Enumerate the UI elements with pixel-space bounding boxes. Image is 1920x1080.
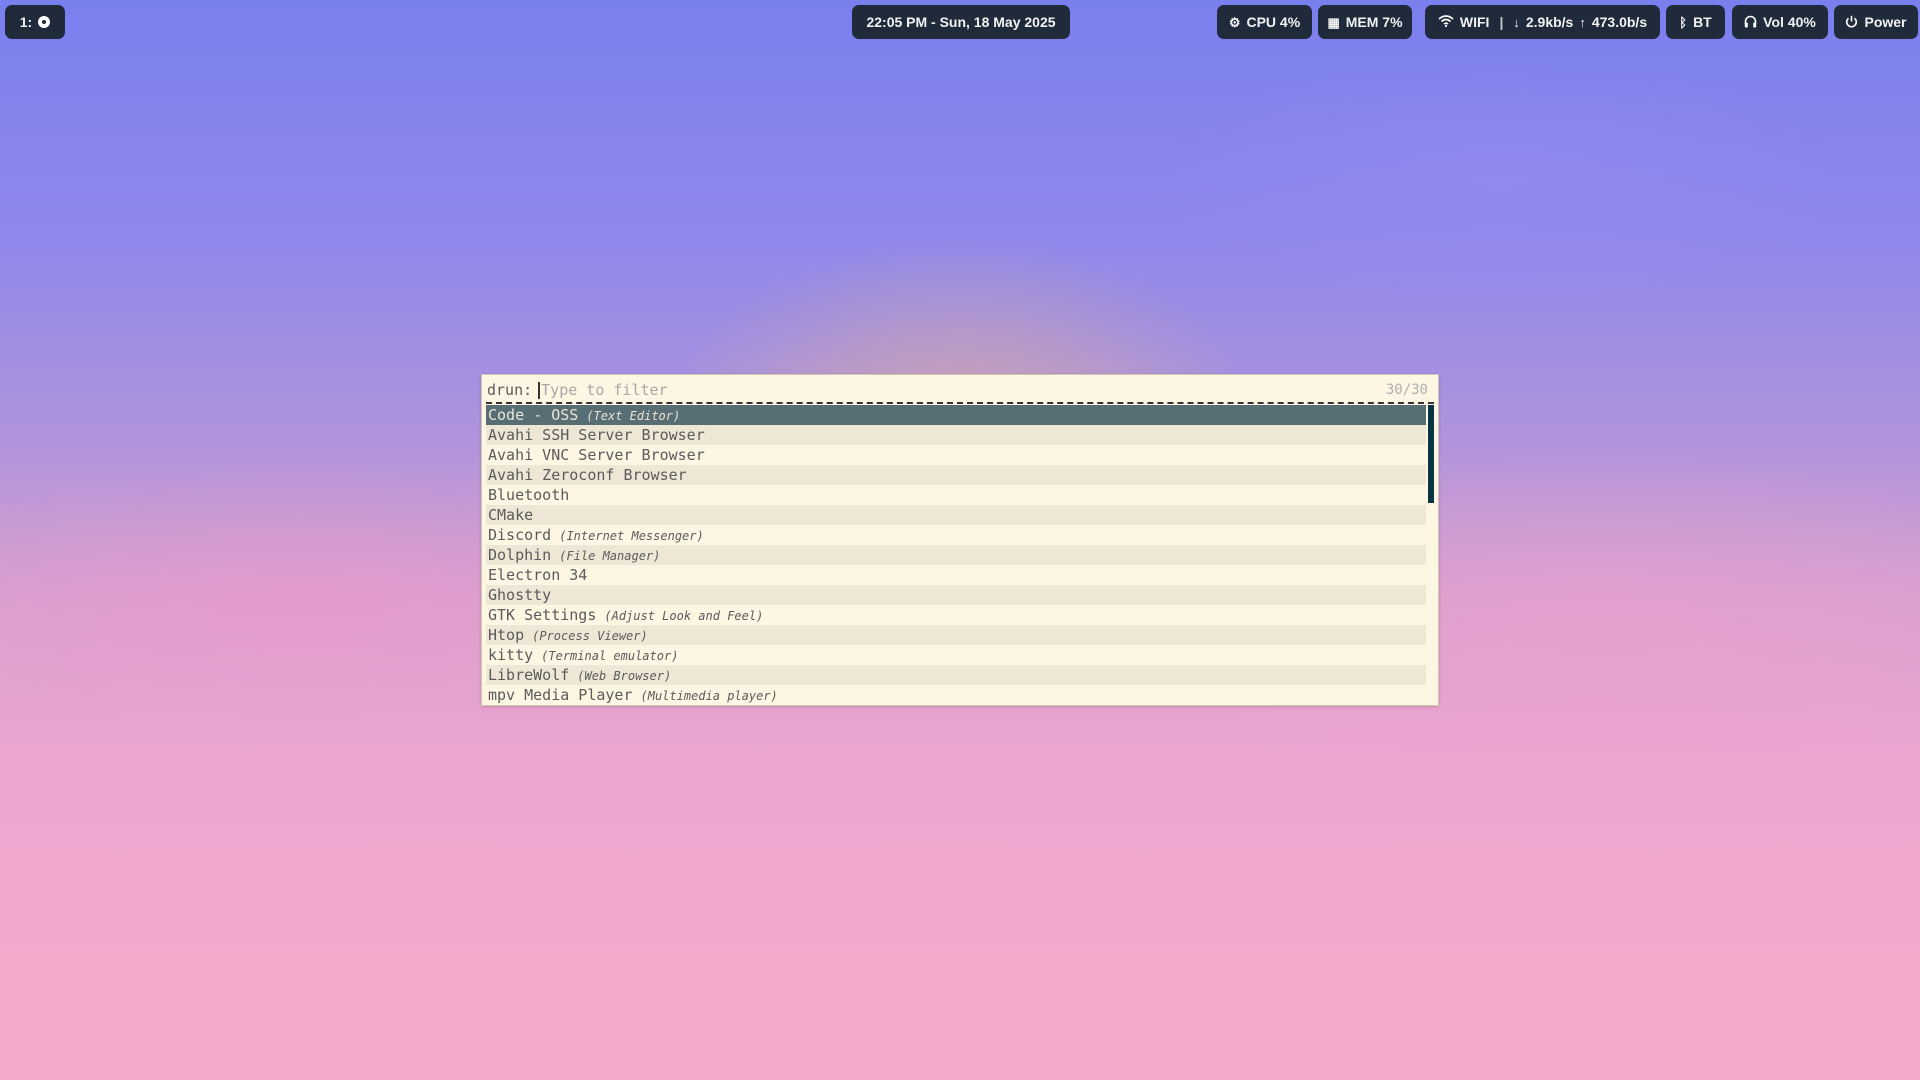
list-item[interactable]: Discord (Internet Messenger)	[486, 525, 1426, 545]
workspace-label: 1:	[19, 14, 33, 30]
app-name: Bluetooth	[488, 486, 570, 504]
app-name: Code - OSS	[488, 406, 579, 424]
list-item[interactable]: Avahi SSH Server Browser	[486, 425, 1426, 445]
scrollbar-thumb[interactable]	[1428, 405, 1434, 503]
list-item[interactable]: Avahi VNC Server Browser	[486, 445, 1426, 465]
app-launcher: drun: Type to filter 30/30 Code - OSS (Te…	[481, 374, 1439, 706]
list-item[interactable]: Htop (Process Viewer)	[486, 625, 1426, 645]
clock-text: 22:05 PM - Sun, 18 May 2025	[866, 14, 1056, 30]
list-item[interactable]: mpv Media Player (Multimedia player)	[486, 685, 1426, 705]
app-name: CMake	[488, 506, 534, 524]
upload-arrow-icon: ↑	[1579, 14, 1586, 30]
top-bar: 1: 22:05 PM - Sun, 18 May 2025 ⚙ CPU 4% …	[0, 5, 1920, 39]
app-name: Ghostty	[488, 586, 552, 604]
list-item[interactable]: GTK Settings (Adjust Look and Feel)	[486, 605, 1426, 625]
list-item[interactable]: Electron 34	[486, 565, 1426, 585]
memory-module[interactable]: ▦ MEM 7%	[1318, 5, 1412, 39]
bluetooth-module[interactable]: ᛒ BT	[1666, 5, 1725, 39]
app-description: (Terminal emulator)	[541, 649, 679, 663]
app-name: Electron 34	[488, 566, 588, 584]
list-item[interactable]: Dolphin (File Manager)	[486, 545, 1426, 565]
power-icon	[1845, 15, 1858, 30]
app-description: (Internet Messenger)	[559, 529, 704, 543]
app-name: Avahi SSH Server Browser	[488, 426, 705, 444]
launcher-input-row[interactable]: drun: Type to filter 30/30	[487, 380, 1428, 400]
mode-prompt: drun:	[487, 381, 533, 399]
app-name: kitty	[488, 646, 534, 664]
app-description: (File Manager)	[559, 549, 661, 563]
headphones-icon	[1744, 15, 1757, 30]
scrollbar[interactable]	[1428, 405, 1434, 701]
app-description: (Multimedia player)	[640, 689, 778, 703]
workspace-indicator[interactable]: 1:	[5, 5, 65, 39]
list-item[interactable]: CMake	[486, 505, 1426, 525]
app-name: Discord	[488, 526, 552, 544]
cpu-label: CPU 4%	[1246, 14, 1301, 30]
network-separator: |	[1499, 14, 1504, 30]
workspace-active-icon	[38, 16, 51, 28]
app-list: Code - OSS (Text Editor) Avahi SSH Server…	[486, 405, 1426, 705]
list-item[interactable]: Avahi Zeroconf Browser	[486, 465, 1426, 485]
cpu-module[interactable]: ⚙ CPU 4%	[1217, 5, 1312, 39]
bluetooth-icon: ᛒ	[1679, 14, 1688, 30]
app-name: Avahi Zeroconf Browser	[488, 466, 687, 484]
app-name: GTK Settings	[488, 606, 597, 624]
volume-module[interactable]: Vol 40%	[1732, 5, 1828, 39]
filter-input[interactable]: Type to filter	[541, 381, 1386, 399]
memory-icon: ▦	[1327, 14, 1340, 30]
app-description: (Text Editor)	[586, 409, 681, 423]
power-button[interactable]: Power	[1834, 5, 1918, 39]
app-name: Htop	[488, 626, 525, 644]
result-counter: 30/30	[1385, 382, 1428, 398]
app-name: Avahi VNC Server Browser	[488, 446, 705, 464]
wifi-icon	[1438, 15, 1454, 29]
upload-rate: 473.0b/s	[1591, 14, 1648, 30]
list-item[interactable]: Bluetooth	[486, 485, 1426, 505]
mem-label: MEM 7%	[1345, 14, 1403, 30]
power-label: Power	[1864, 14, 1907, 30]
app-description: (Adjust Look and Feel)	[604, 609, 764, 623]
volume-label: Vol 40%	[1763, 14, 1816, 30]
bluetooth-label: BT	[1693, 14, 1712, 30]
list-item[interactable]: Ghostty	[486, 585, 1426, 605]
app-name: LibreWolf	[488, 666, 570, 684]
cpu-icon: ⚙	[1228, 14, 1241, 30]
input-divider	[486, 402, 1434, 404]
app-description: (Web Browser)	[577, 669, 672, 683]
app-description: (Process Viewer)	[532, 629, 648, 643]
list-item[interactable]: LibreWolf (Web Browser)	[486, 665, 1426, 685]
app-name: Dolphin	[488, 546, 552, 564]
download-arrow-icon: ↓	[1513, 14, 1520, 30]
clock[interactable]: 22:05 PM - Sun, 18 May 2025	[852, 5, 1070, 39]
text-caret	[538, 381, 541, 399]
wifi-label: WIFI	[1459, 14, 1490, 30]
list-item[interactable]: Code - OSS (Text Editor)	[486, 405, 1426, 425]
list-item[interactable]: kitty (Terminal emulator)	[486, 645, 1426, 665]
download-rate: 2.9kb/s	[1525, 14, 1574, 30]
app-name: mpv Media Player	[488, 686, 633, 704]
network-module[interactable]: WIFI | ↓ 2.9kb/s ↑ 473.0b/s	[1425, 5, 1660, 39]
